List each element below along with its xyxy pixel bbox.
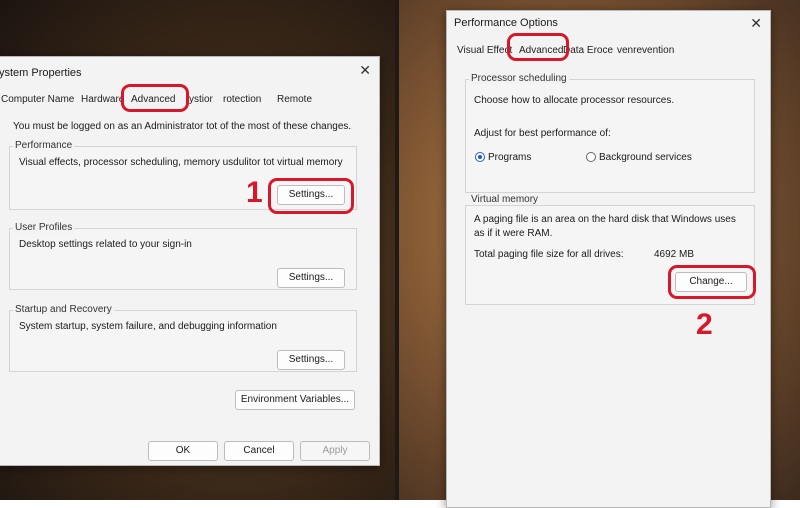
tab-data-execution-prevention-rest[interactable]: venrevention (617, 45, 674, 56)
tab-protection[interactable]: rotection (223, 94, 261, 105)
background-services-label: Background services (599, 152, 692, 163)
tab-advanced[interactable]: Advanced (131, 94, 175, 105)
performance-description: Visual effects, processor scheduling, me… (19, 157, 343, 168)
window-title: ystem Properties (0, 67, 82, 79)
virtual-memory-line-2: as if it were RAM. (474, 228, 553, 239)
cancel-button[interactable]: Cancel (224, 441, 294, 461)
user-profiles-description: Desktop settings related to your sign-in (19, 239, 192, 250)
tab-visual-effects[interactable]: Visual Effect (457, 45, 512, 56)
startup-recovery-title: Startup and Recovery (13, 304, 114, 315)
close-icon[interactable]: ✕ (750, 16, 762, 30)
apply-button[interactable]: Apply (300, 441, 370, 461)
step-marker-2: 2 (696, 308, 713, 341)
step-marker-1: 1 (246, 176, 263, 209)
ok-button[interactable]: OK (148, 441, 218, 461)
change-button[interactable]: Change... (675, 272, 747, 292)
programs-label: Programs (488, 152, 532, 163)
window-title: Performance Options (454, 17, 558, 29)
tab-hardware[interactable]: Hardware (81, 94, 124, 105)
tab-advanced[interactable]: Advanced (519, 45, 563, 56)
programs-radio[interactable] (475, 152, 485, 162)
close-icon[interactable]: ✕ (359, 63, 371, 77)
total-paging-label: Total paging file size for all drives: (474, 249, 624, 260)
performance-options-window: Performance Options ✕ Visual Effect Adva… (446, 10, 771, 508)
performance-settings-button[interactable]: Settings... (277, 185, 345, 205)
processor-description: Choose how to allocate processor resourc… (474, 95, 675, 106)
virtual-memory-line-1: A paging file is an area on the hard dis… (474, 214, 736, 225)
tab-computer-name[interactable]: Computer Name (1, 94, 74, 105)
tab-system-protection-partial[interactable]: ystior (189, 94, 213, 105)
environment-variables-button[interactable]: Environment Variables... (235, 390, 355, 410)
startup-recovery-settings-button[interactable]: Settings... (277, 350, 345, 370)
adjust-label: Adjust for best performance of: (474, 128, 611, 139)
system-properties-window: ystem Properties ✕ Computer Name Hardwar… (0, 56, 380, 466)
processor-scheduling-title: Processor scheduling (469, 73, 569, 84)
performance-title: Performance (13, 140, 75, 151)
virtual-memory-title: Virtual memory (469, 194, 541, 205)
tab-data-execution-prevention-partial[interactable]: Data Eroce (563, 45, 613, 56)
background-services-radio[interactable] (586, 152, 596, 162)
admin-note: You must be logged on as an Administrato… (13, 121, 352, 132)
tab-remote[interactable]: Remote (277, 94, 312, 105)
tab-strip: Visual Effect Advanced Data Eroce venrev… (457, 45, 757, 61)
user-profiles-settings-button[interactable]: Settings... (277, 268, 345, 288)
startup-recovery-description: System startup, system failure, and debu… (19, 321, 277, 332)
user-profiles-title: User Profiles (13, 222, 75, 233)
total-paging-value: 4692 MB (654, 249, 695, 260)
tab-strip: Computer Name Hardware Advanced ystior r… (1, 94, 371, 110)
